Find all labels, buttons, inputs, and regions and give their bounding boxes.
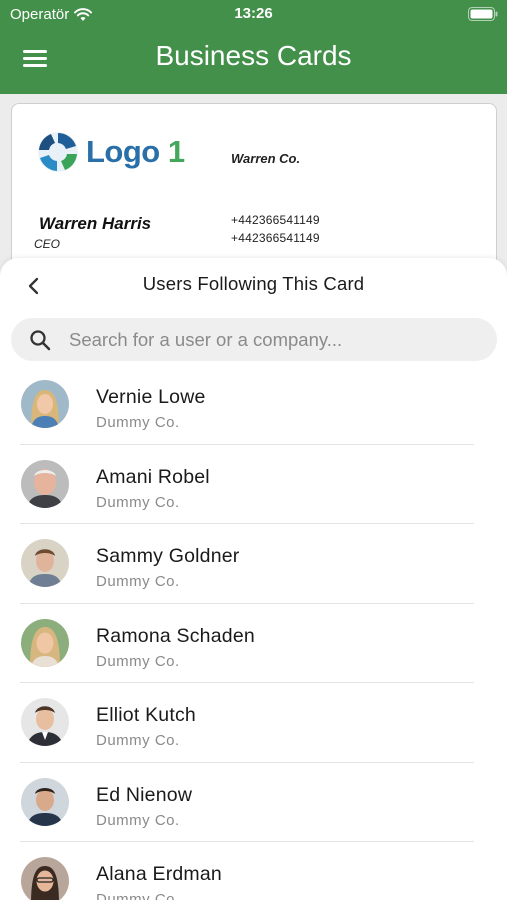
user-name: Alana Erdman — [96, 863, 222, 885]
user-name: Ramona Schaden — [96, 624, 255, 647]
user-name: Vernie Lowe — [96, 386, 206, 408]
app-header: Operatör 13:26 Business Cards — [0, 0, 507, 94]
user-list-item[interactable]: Elliot Kutch Dummy Co. — [0, 683, 507, 763]
user-company: Dummy Co. — [96, 891, 180, 900]
user-company: Dummy Co. — [96, 493, 180, 511]
card-person-name: Warren Harris — [39, 214, 152, 233]
avatar — [21, 459, 69, 508]
card-phone-2: +442366541149 — [231, 231, 320, 245]
sheet-title: Users Following This Card — [142, 273, 365, 294]
logo-text: Logo 1 — [86, 134, 185, 169]
avatar — [21, 698, 69, 746]
user-list-item[interactable]: Alana Erdman Dummy Co. — [0, 842, 507, 900]
user-list-item[interactable]: Amani Robel Dummy Co. — [0, 445, 507, 525]
page-title: Business Cards — [155, 40, 352, 71]
user-list-item[interactable]: Vernie Lowe Dummy Co. — [0, 365, 507, 445]
battery-icon — [468, 7, 498, 21]
status-time: 13:26 — [234, 5, 273, 22]
user-company: Dummy Co. — [96, 811, 180, 829]
avatar — [21, 777, 69, 826]
user-company: Dummy Co. — [96, 652, 180, 670]
user-list-item[interactable]: Ed Nienow Dummy Co. — [0, 763, 507, 843]
user-name: Elliot Kutch — [96, 704, 196, 726]
user-list-item[interactable]: Sammy Goldner Dummy Co. — [0, 524, 507, 604]
search-input[interactable] — [69, 318, 479, 361]
user-list-item[interactable]: Ramona Schaden Dummy Co. — [0, 604, 507, 684]
user-list: Vernie Lowe Dummy Co. Amani Robel Dummy … — [0, 365, 507, 900]
avatar — [21, 539, 69, 587]
logo-swirl-icon — [38, 132, 78, 172]
search-icon — [30, 330, 51, 351]
user-name: Amani Robel — [96, 465, 210, 488]
avatar — [21, 857, 69, 900]
user-company: Dummy Co. — [96, 573, 180, 590]
avatar — [21, 380, 69, 428]
company-logo: Logo 1 — [36, 130, 185, 174]
user-company: Dummy Co. — [96, 414, 180, 431]
user-company: Dummy Co. — [96, 732, 180, 749]
card-person-title: CEO — [34, 237, 61, 251]
search-bar[interactable] — [11, 318, 497, 361]
avatar — [21, 618, 69, 667]
user-name: Ed Nienow — [96, 783, 193, 806]
card-company: Warren Co. — [231, 151, 301, 166]
card-phone-1: +442366541149 — [231, 213, 320, 227]
followers-sheet: Users Following This Card Vernie Lowe Du… — [0, 258, 507, 900]
user-name: Sammy Goldner — [96, 545, 240, 567]
status-bar: Operatör 13:26 — [0, 0, 507, 28]
